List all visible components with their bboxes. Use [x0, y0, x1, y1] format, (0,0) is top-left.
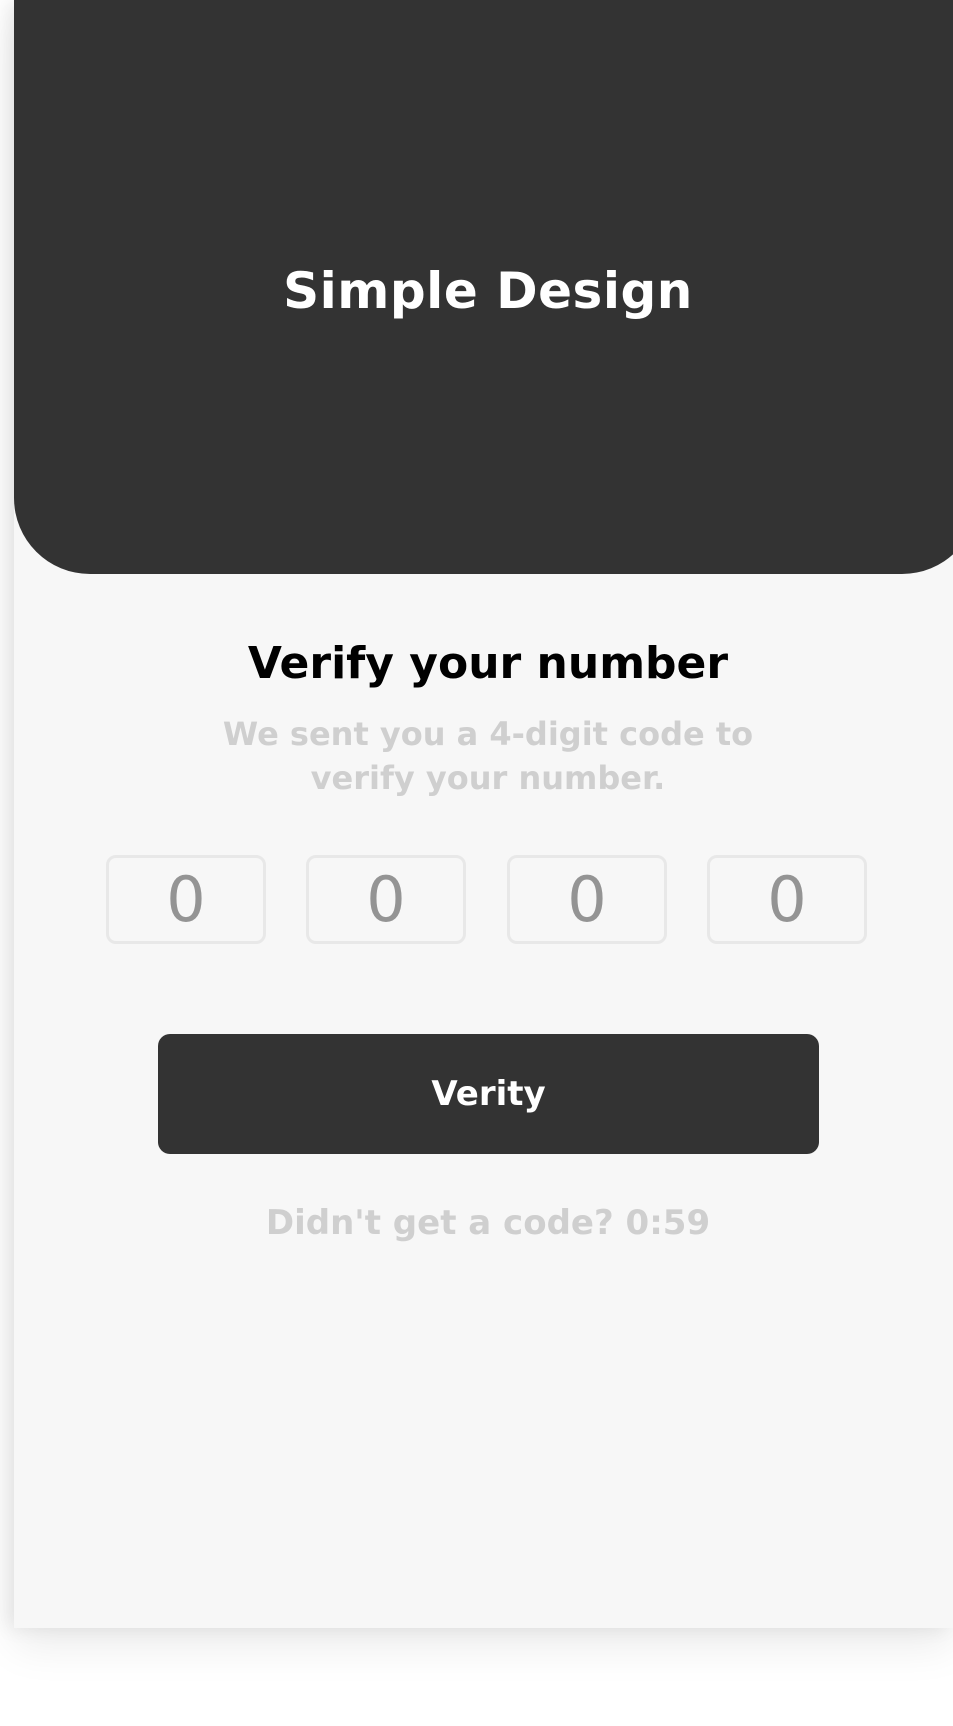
- verify-subtitle: We sent you a 4-digit code to verify you…: [222, 715, 754, 797]
- app-title: Simple Design: [283, 262, 693, 320]
- resend-code-link[interactable]: Didn't get a code? 0:59: [14, 1203, 953, 1243]
- hero-banner: Simple Design: [14, 0, 953, 574]
- code-digit-4[interactable]: [707, 855, 867, 944]
- code-digit-2[interactable]: [306, 855, 466, 944]
- verify-screen: Simple Design Verify your number We sent…: [14, 0, 953, 1628]
- code-digit-1[interactable]: [106, 855, 266, 944]
- code-input-row: [106, 855, 891, 949]
- page-title: Verify your number: [247, 638, 729, 689]
- code-digit-3[interactable]: [507, 855, 667, 944]
- verify-button[interactable]: Verity: [158, 1034, 819, 1154]
